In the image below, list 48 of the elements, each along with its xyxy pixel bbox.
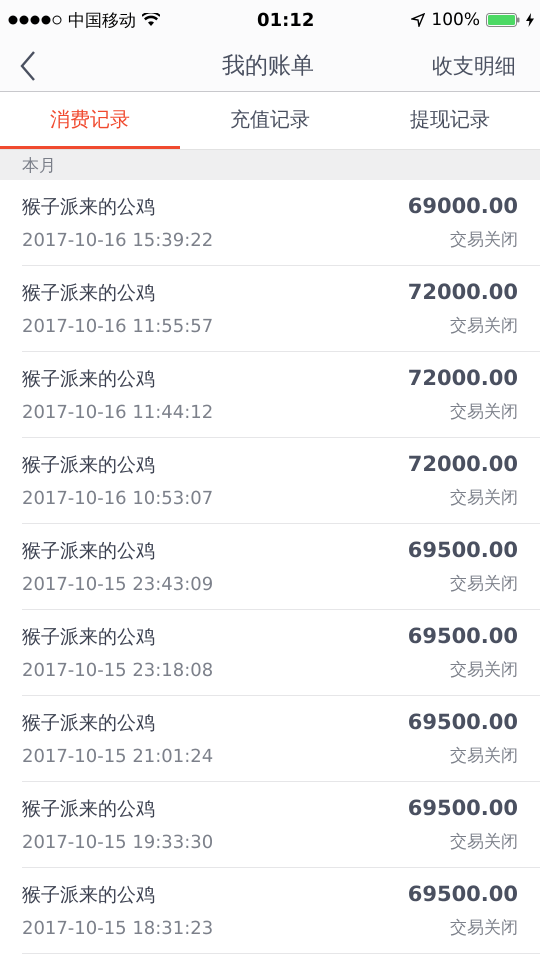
battery-icon — [486, 13, 520, 27]
transaction-time: 2017-10-15 23:43:09 — [22, 574, 214, 595]
merchant-name: 猴子派来的公鸡 — [22, 883, 155, 908]
merchant-name: 猴子派来的公鸡 — [22, 281, 155, 306]
location-arrow-icon — [411, 13, 426, 27]
charging-bolt-icon — [526, 13, 534, 27]
amount: 69500.00 — [408, 796, 518, 820]
amount: 72000.00 — [408, 452, 518, 476]
merchant-name: 猴子派来的公鸡 — [22, 195, 155, 220]
amount: 69500.00 — [408, 624, 518, 648]
merchant-name: 猴子派来的公鸡 — [22, 625, 155, 650]
transaction-status: 交易关闭 — [450, 487, 518, 509]
wifi-icon — [142, 13, 160, 27]
transaction-status: 交易关闭 — [450, 659, 518, 681]
transaction-time: 2017-10-15 23:18:08 — [22, 660, 214, 681]
amount: 69000.00 — [408, 194, 518, 218]
transaction-status: 交易关闭 — [450, 917, 518, 939]
chevron-left-icon — [20, 50, 36, 82]
transaction-time: 2017-10-16 11:44:12 — [22, 402, 214, 423]
amount: 69500.00 — [408, 882, 518, 906]
amount: 72000.00 — [408, 366, 518, 390]
transaction-status: 交易关闭 — [450, 745, 518, 767]
transaction-status: 交易关闭 — [450, 315, 518, 337]
signal-icon — [8, 15, 62, 25]
merchant-name: 猴子派来的公鸡 — [22, 711, 155, 736]
carrier-name: 中国移动 — [68, 10, 136, 32]
amount: 69500.00 — [408, 710, 518, 734]
transaction-time: 2017-10-16 15:39:22 — [22, 230, 214, 251]
transaction-time: 2017-10-15 18:31:23 — [22, 918, 214, 939]
amount: 72000.00 — [408, 280, 518, 304]
transaction-status: 交易关闭 — [450, 831, 518, 853]
merchant-name: 猴子派来的公鸡 — [22, 453, 155, 478]
merchant-name: 猴子派来的公鸡 — [22, 797, 155, 822]
transaction-status: 交易关闭 — [450, 229, 518, 251]
transaction-time: 2017-10-16 10:53:07 — [22, 488, 214, 509]
amount: 69500.00 — [408, 538, 518, 562]
page-title: 我的账单 — [222, 52, 314, 81]
transaction-time: 2017-10-16 11:55:57 — [22, 316, 214, 337]
transaction-time: 2017-10-15 19:33:30 — [22, 832, 214, 853]
merchant-name: 猴子派来的公鸡 — [22, 539, 155, 564]
details-button[interactable]: 收支明细 — [432, 52, 516, 80]
transaction-time: 2017-10-15 21:01:24 — [22, 746, 214, 767]
status-time: 01:12 — [257, 10, 314, 30]
section-header: 本月 — [0, 150, 540, 180]
transaction-status: 交易关闭 — [450, 573, 518, 595]
transaction-status: 交易关闭 — [450, 401, 518, 423]
battery-percent: 100% — [431, 10, 480, 30]
merchant-name: 猴子派来的公鸡 — [22, 367, 155, 392]
